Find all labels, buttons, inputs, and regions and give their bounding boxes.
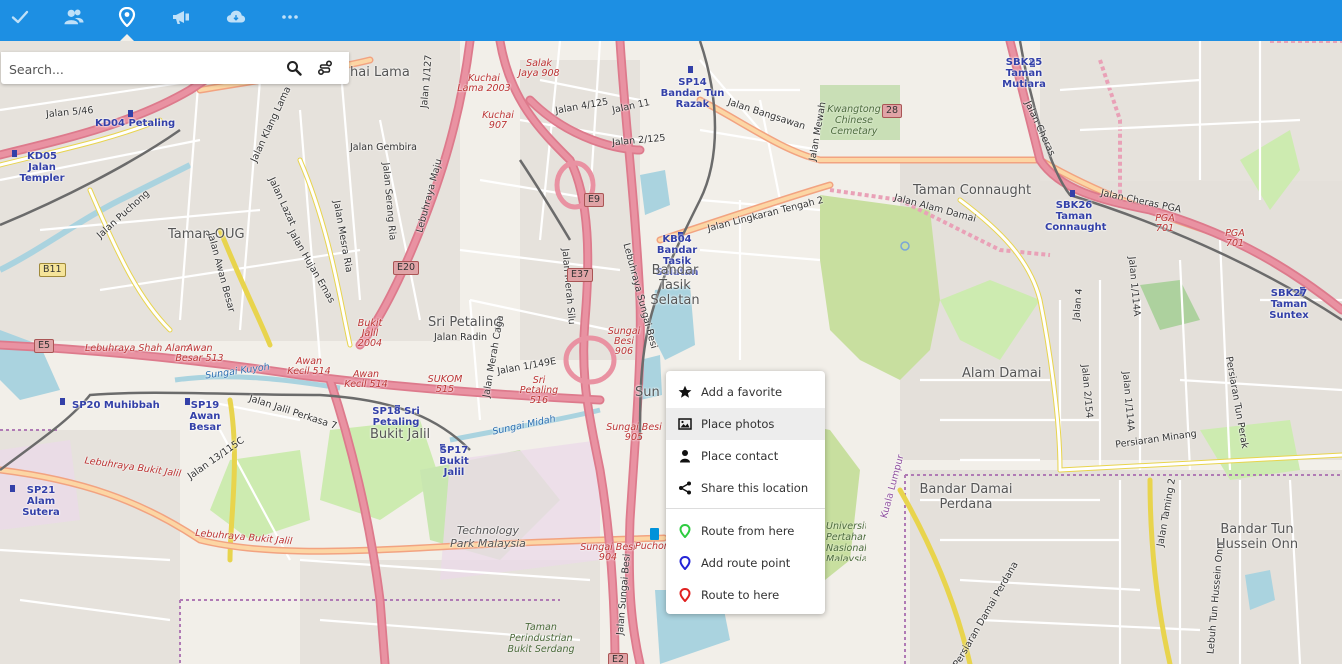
contacts-icon[interactable] (55, 0, 93, 34)
add-favorite-menu-item[interactable]: Add a favorite (666, 376, 825, 408)
station-label: SBK26 Taman Connaught (1045, 200, 1107, 233)
star-icon (678, 385, 692, 399)
checkmark-icon[interactable] (1, 0, 39, 34)
park-label: Taman Perindustrian Bukit Serdang (507, 622, 575, 655)
station-label: SBK27 Taman Suntex (1269, 288, 1309, 321)
highway-label: PGA 701 (1155, 213, 1175, 234)
route-shield: B11 (39, 263, 66, 277)
highway-label: Sungai Besi 906 (607, 326, 641, 357)
area-label: Alam Damai (962, 366, 1042, 381)
highway-label: Awan Kecil 514 (287, 356, 331, 377)
share-icon (678, 481, 692, 495)
route-shield: 28 (882, 104, 903, 118)
highway-label: Kuchai 907 (482, 110, 514, 131)
maps-pin-icon[interactable] (108, 0, 146, 41)
share-location-menu-item[interactable]: Share this location (666, 472, 825, 504)
red-pin-icon (678, 588, 692, 602)
route-shield: E20 (393, 261, 420, 275)
area-label: Technology Park Malaysia (450, 524, 526, 550)
route-shield: E2 (608, 653, 629, 664)
highway-label: Sri Petaling 516 (519, 375, 559, 406)
place-photos-menu-item[interactable]: Place photos (666, 408, 825, 440)
park-label: Universiti Pertahanan Nasional Malaysia (826, 521, 866, 561)
route-from-here-menu-item[interactable]: Route from here (666, 515, 825, 547)
highway-label: Sungai Besi 904 (580, 542, 636, 563)
search-input[interactable] (7, 57, 273, 81)
place-contact-menu-item[interactable]: Place contact (666, 440, 825, 472)
map-context-menu: Add a favorite Place photos Place contac… (666, 371, 825, 614)
highway-label: Bukit Jalil 2004 (357, 318, 383, 349)
area-label: Taman Connaught (913, 183, 1032, 198)
park-label: Kwangtong Chinese Cemetary (827, 104, 881, 137)
area-label: Bukit Jalil (370, 427, 431, 442)
person-icon (678, 449, 692, 463)
highway-label: Salak Jaya 908 (518, 58, 560, 79)
route-icon[interactable] (314, 58, 336, 78)
station-label: KD05 Jalan Templer (19, 151, 65, 184)
street-label: Jalan Gembira (350, 142, 417, 153)
highway-label: Kuchai Lama 2003 (457, 73, 511, 94)
search-bar (1, 52, 349, 84)
highway-label: PGA 701 (1225, 228, 1245, 249)
image-icon (678, 417, 692, 431)
highway-label: Sungai Besi 905 (606, 422, 662, 443)
area-label: Bandar Damai Perdana (919, 482, 1013, 512)
more-dots-icon[interactable] (271, 0, 309, 34)
station-label: SP14 Bandar Tun Razak (660, 77, 725, 110)
cloud-weather-icon[interactable] (217, 0, 255, 34)
route-shield: E5 (34, 339, 55, 353)
top-app-bar (0, 0, 1342, 41)
station-label: SP20 Muhibbah (72, 400, 160, 411)
highway-label: SUKOM 515 (427, 374, 463, 395)
area-label: Sri Petaling (428, 315, 502, 330)
menu-divider (666, 508, 825, 509)
route-to-here-menu-item[interactable]: Route to here (666, 579, 825, 611)
area-label: Sun (635, 385, 660, 400)
highway-label: Awan Kecil 514 (344, 369, 388, 390)
green-pin-icon (678, 524, 692, 538)
route-shield: E37 (567, 268, 594, 282)
station-label: SP19 Awan Besar (188, 400, 222, 433)
station-label: SP17 Bukit Jalil (439, 445, 469, 478)
search-icon[interactable] (283, 58, 305, 78)
highway-label: Awan Besar 513 (175, 343, 224, 364)
station-label: SBK25 Taman Mutiara (1002, 57, 1046, 90)
area-label: hai Lama (350, 65, 410, 80)
announcement-icon[interactable] (162, 0, 200, 34)
street-label: Jalan Radin (434, 332, 488, 343)
add-route-point-menu-item[interactable]: Add route point (666, 547, 825, 579)
station-label: SP21 Alam Sutera (22, 485, 60, 518)
station-label: KD04 Petaling (95, 118, 176, 129)
station-label: SP18 Sri Petaling (372, 406, 420, 428)
route-shield: E9 (584, 193, 605, 207)
blue-pin-icon (678, 556, 692, 570)
